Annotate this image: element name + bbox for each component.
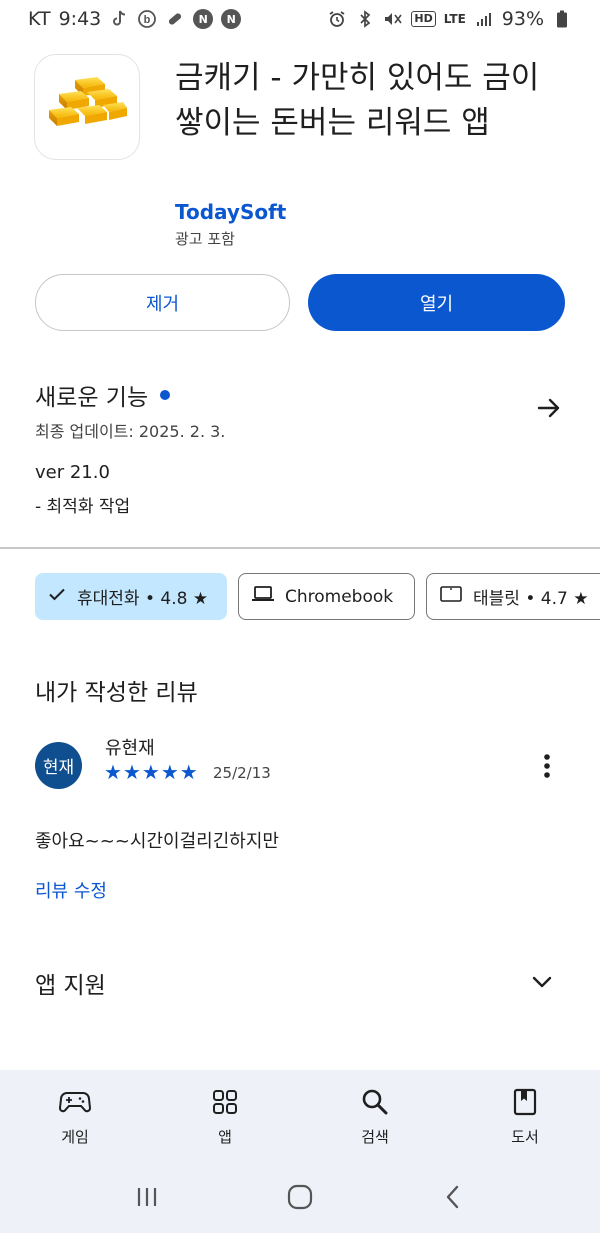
device-filter-chips: 휴대전화 • 4.8 ★ Chromebook 태블릿 • 4.7 ★ — [35, 573, 600, 620]
search-icon — [359, 1086, 391, 1118]
b-app-icon: b — [137, 9, 157, 29]
chip-chromebook[interactable]: Chromebook — [238, 573, 415, 620]
contains-ads-label: 광고 포함 — [175, 230, 235, 248]
edit-review-link[interactable]: 리뷰 수정 — [35, 877, 107, 903]
my-review-heading: 내가 작성한 리뷰 — [35, 680, 198, 706]
chevron-down-icon[interactable] — [526, 966, 558, 998]
section-divider — [0, 547, 600, 549]
release-note: - 최적화 작업 — [35, 497, 131, 517]
gold-bars-icon[interactable] — [34, 54, 140, 160]
carrier-label: KT — [28, 8, 51, 30]
version-label: ver 21.0 — [35, 462, 110, 483]
whats-new-title: 새로운 기능 — [35, 385, 149, 411]
apps-grid-icon — [209, 1086, 241, 1118]
reviewer-name: 유현재 — [105, 738, 155, 759]
nav-search[interactable]: 검색 — [300, 1070, 450, 1160]
star-icon: ★ — [122, 760, 141, 784]
whats-new-heading: 새로운 기능 — [35, 378, 565, 412]
chip-tablet[interactable]: 태블릿 • 4.7 ★ — [426, 573, 600, 620]
laptop-icon — [251, 584, 275, 609]
hd-voice-icon: HD — [411, 11, 436, 27]
star-icon: ★ — [160, 760, 179, 784]
app-title: 금캐기 - 가만히 있어도 금이 쌓이는 돈버는 리워드 앱 — [175, 60, 540, 141]
chip-phone[interactable]: 휴대전화 • 4.8 ★ — [35, 573, 227, 620]
alarm-icon — [327, 9, 347, 29]
star-rating: ★ ★ ★ ★ ★ — [104, 760, 198, 784]
chip-tablet-label: 태블릿 • 4.7 ★ — [473, 589, 589, 609]
pill-icon — [165, 9, 185, 29]
bluetooth-icon — [355, 9, 375, 29]
naver-badge-icon-2: N — [221, 9, 242, 29]
back-icon[interactable] — [433, 1177, 473, 1217]
new-indicator-dot — [160, 390, 171, 400]
tiktok-icon — [109, 9, 129, 29]
status-bar: KT 9:43 b N N HD LTE 93% — [0, 0, 600, 38]
status-right: HD LTE 93% — [327, 8, 572, 30]
nav-games-label: 게임 — [61, 1128, 89, 1146]
tablet-icon — [439, 584, 463, 609]
lte-label: LTE — [443, 12, 466, 26]
nav-apps-label: 앱 — [218, 1128, 232, 1146]
signal-icon — [474, 9, 494, 29]
nav-books-label: 도서 — [511, 1128, 539, 1146]
open-button[interactable]: 열기 — [308, 274, 565, 331]
recent-apps-icon[interactable] — [127, 1177, 167, 1217]
battery-icon — [552, 9, 572, 29]
naver-badge-icon: N — [193, 9, 214, 29]
nav-search-label: 검색 — [361, 1128, 389, 1146]
battery-percent: 93% — [501, 8, 544, 30]
whats-new-section[interactable]: 새로운 기능 최종 업데이트: 2025. 2. 3. — [35, 378, 565, 442]
clock: 9:43 — [58, 8, 102, 30]
app-header: 금캐기 - 가만히 있어도 금이 쌓이는 돈버는 리워드 앱 TodaySoft… — [34, 54, 574, 254]
star-icon: ★ — [141, 760, 160, 784]
star-icon: ★ — [179, 760, 198, 784]
last-updated-date: 최종 업데이트: 2025. 2. 3. — [35, 422, 226, 441]
review-date: 25/2/13 — [213, 764, 271, 782]
system-nav-bar — [0, 1160, 600, 1233]
book-icon — [509, 1086, 541, 1118]
app-support-heading[interactable]: 앱 지원 — [35, 966, 106, 1000]
nav-books[interactable]: 도서 — [450, 1070, 600, 1160]
uninstall-button[interactable]: 제거 — [35, 274, 290, 331]
check-icon — [47, 584, 67, 609]
avatar: 현재 — [35, 742, 82, 789]
bottom-nav: 게임 앱 검색 도서 — [0, 1070, 600, 1160]
more-vert-icon[interactable] — [531, 750, 563, 782]
chip-chromebook-label: Chromebook — [285, 586, 394, 607]
arrow-right-icon[interactable] — [533, 392, 565, 424]
home-icon[interactable] — [280, 1177, 320, 1217]
svg-text:b: b — [144, 14, 151, 26]
mute-icon — [383, 9, 403, 29]
status-left: KT 9:43 b N N — [28, 8, 242, 30]
chip-phone-label: 휴대전화 • 4.8 ★ — [77, 589, 209, 609]
nav-games[interactable]: 게임 — [0, 1070, 150, 1160]
star-icon: ★ — [104, 760, 122, 784]
gamepad-icon — [59, 1086, 91, 1118]
nav-apps[interactable]: 앱 — [150, 1070, 300, 1160]
developer-link[interactable]: TodaySoft — [175, 200, 286, 224]
review-text: 좋아요~~~시간이걸리긴하지만 — [35, 831, 279, 852]
